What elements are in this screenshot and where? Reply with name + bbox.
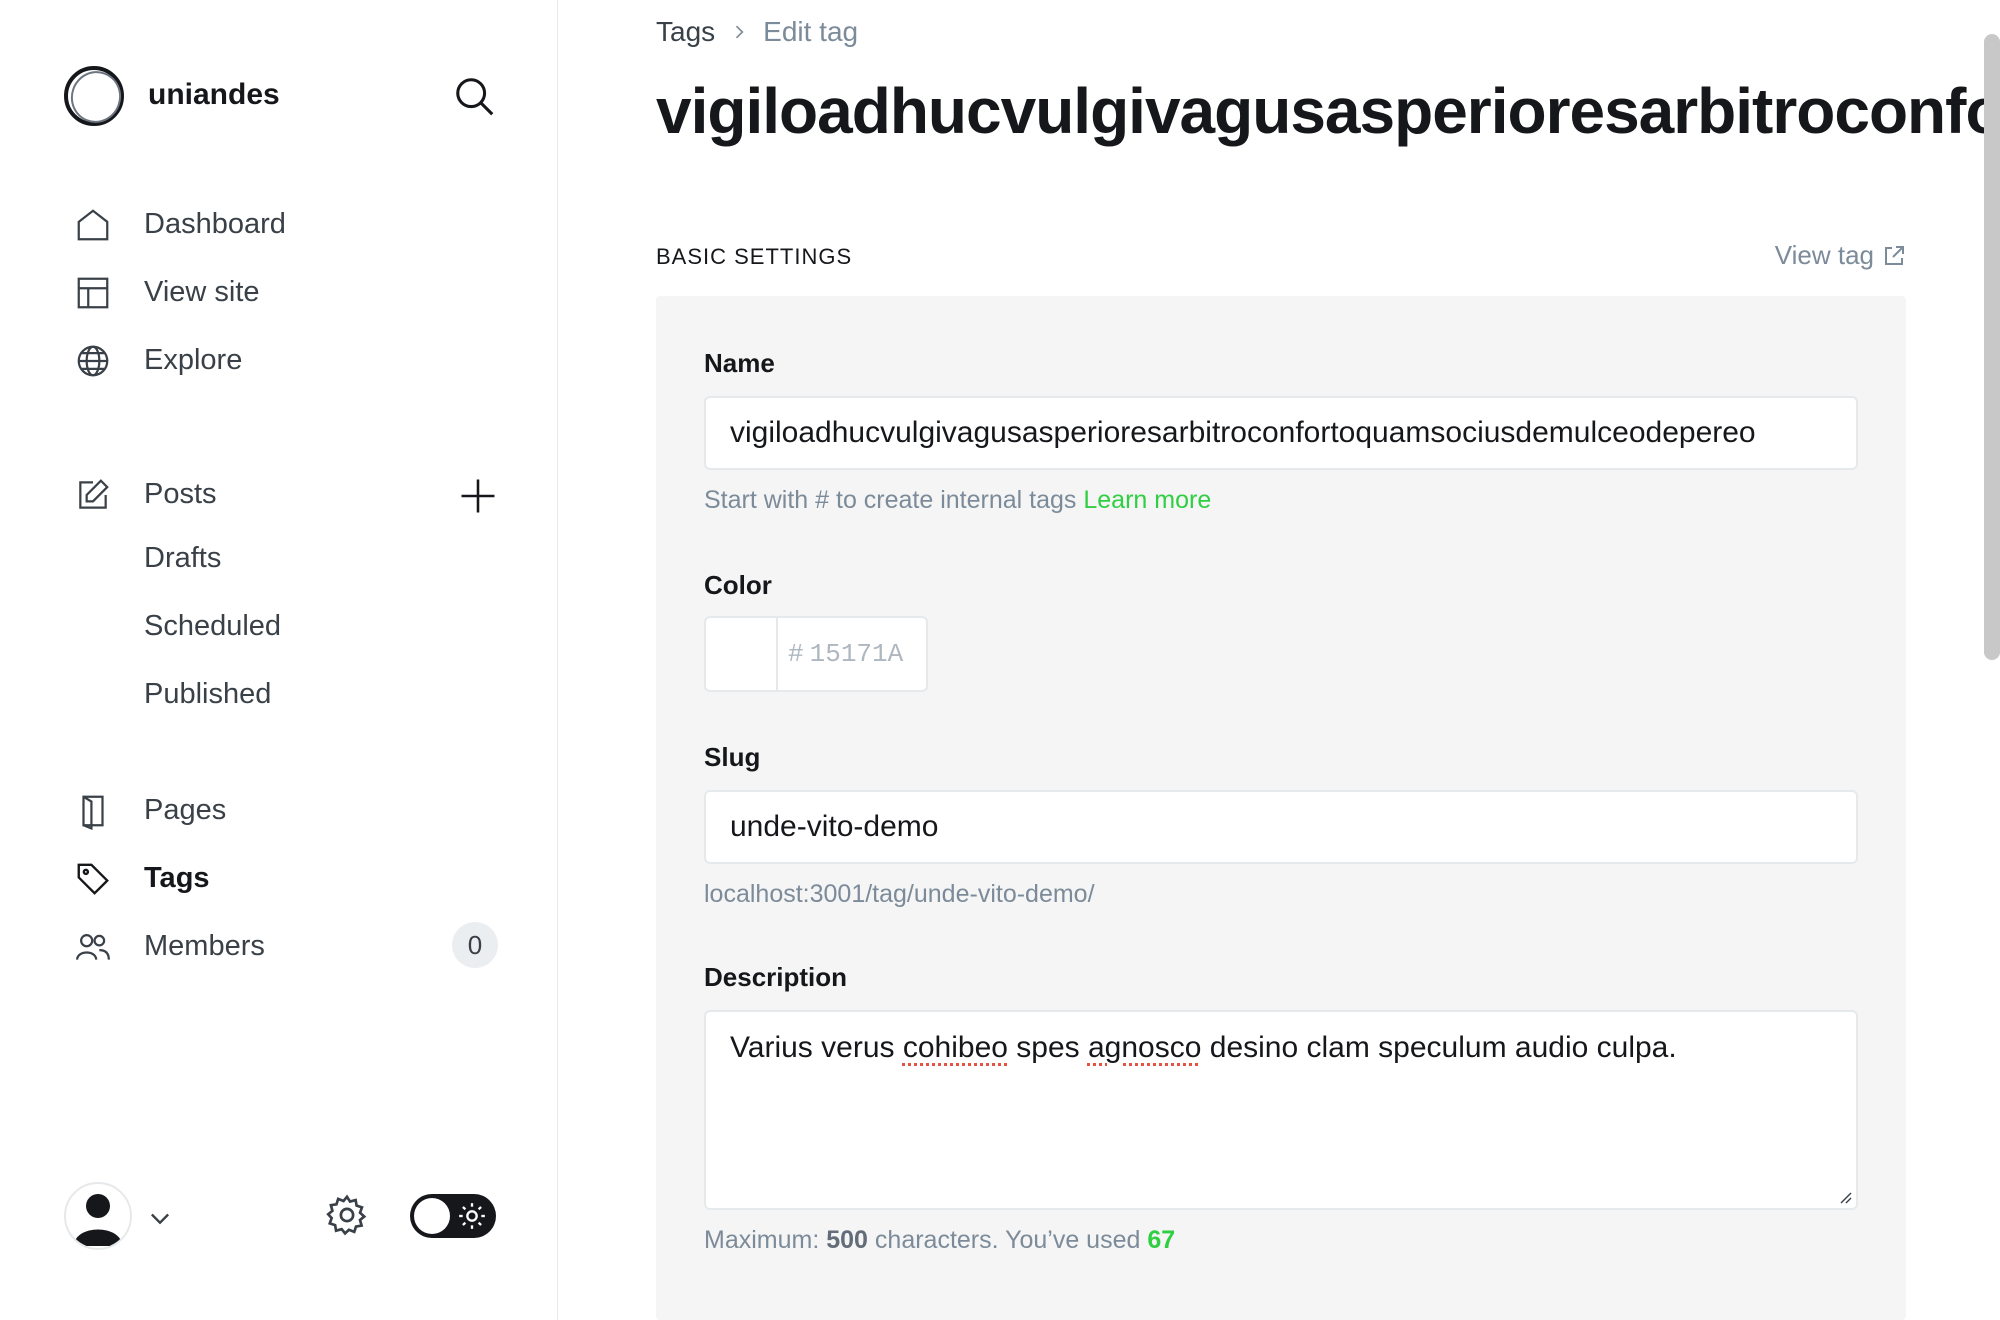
slug-url: localhost:3001/tag/unde-vito-demo/	[704, 880, 1095, 908]
section-heading: BASIC SETTINGS	[656, 244, 853, 269]
basic-settings-panel: Name vigiloadhucvulgivagusasperioresarbi…	[656, 296, 1906, 1320]
color-swatch[interactable]	[704, 616, 778, 692]
learn-more-link[interactable]: Learn more	[1083, 486, 1211, 514]
theme-toggle[interactable]	[410, 1194, 496, 1238]
nav-pages-label: Pages	[144, 794, 227, 826]
nav-posts-label: Posts	[144, 478, 217, 510]
slug-input[interactable]: unde-vito-demo	[704, 790, 1858, 864]
nav-tags[interactable]: Tags	[74, 850, 504, 906]
scrollbar[interactable]	[1984, 34, 2000, 660]
name-input[interactable]: vigiloadhucvulgivagusasperioresarbitroco…	[704, 396, 1858, 470]
page-icon	[82, 795, 104, 830]
site-name[interactable]: uniandes	[148, 78, 280, 112]
site-logo[interactable]	[64, 66, 124, 126]
misspelled-word: agnosco	[1087, 1031, 1202, 1064]
slug-label: Slug	[704, 742, 761, 772]
misspelled-word: cohibeo	[902, 1031, 1008, 1064]
color-label: Color	[704, 570, 772, 600]
user-icon	[74, 1194, 122, 1246]
nav-view-site-label: View site	[144, 276, 260, 308]
resize-grip-icon[interactable]	[1836, 1188, 1852, 1204]
nav-explore[interactable]: Explore	[74, 332, 504, 388]
description-text-3: desino clam speculum audio culpa.	[1201, 1031, 1677, 1064]
brand: uniandes	[64, 64, 504, 128]
description-label: Description	[704, 962, 848, 992]
description-textarea[interactable]: Varius verus cohibeo spes agnosco desino…	[704, 1010, 1858, 1210]
max-prefix: Maximum:	[704, 1226, 820, 1254]
external-link-icon	[1885, 245, 1904, 265]
toggle-knob	[414, 1198, 450, 1234]
members-icon	[76, 934, 110, 960]
globe-icon	[77, 345, 109, 377]
used-count: 67	[1147, 1226, 1176, 1254]
color-hex-placeholder: 15171A	[809, 639, 904, 669]
page-title: vigiloadhucvulgivagusasperioresarbitroco…	[656, 75, 2000, 147]
description-text-2: spes	[1007, 1031, 1088, 1064]
nav-pages[interactable]: Pages	[74, 782, 504, 838]
name-hint: Start with # to create internal tags Lea…	[704, 486, 1211, 515]
layout-icon	[77, 277, 109, 309]
sun-icon	[459, 1203, 485, 1229]
view-tag-link[interactable]: View tag	[1775, 240, 1906, 271]
description-text-1: Varius verus	[730, 1031, 903, 1064]
chevron-right-icon	[736, 25, 744, 39]
max-mid: characters. You’ve used	[874, 1226, 1141, 1254]
nav-published[interactable]: Published	[144, 672, 444, 722]
color-hex-input[interactable]: # 15171A	[778, 616, 928, 692]
edit-icon	[79, 479, 109, 509]
nav-drafts[interactable]: Drafts	[144, 536, 444, 586]
home-icon	[77, 209, 109, 241]
nav-scheduled[interactable]: Scheduled	[144, 604, 444, 654]
breadcrumb-tags-link[interactable]: Tags	[656, 16, 715, 48]
nav-members-label: Members	[144, 930, 265, 962]
nav-explore-label: Explore	[144, 344, 243, 376]
nav-dashboard[interactable]: Dashboard	[74, 196, 504, 252]
description-counter: Maximum: 500 characters. You’ve used 67	[704, 1226, 1175, 1255]
color-picker: # 15171A	[704, 616, 928, 692]
nav-view-site[interactable]: View site	[74, 264, 504, 320]
nav-dashboard-label: Dashboard	[144, 208, 286, 240]
avatar[interactable]	[64, 1182, 132, 1250]
nav-tags-label: Tags	[144, 862, 210, 894]
breadcrumb-current: Edit tag	[763, 16, 859, 47]
chevron-down-icon[interactable]	[146, 1204, 174, 1232]
breadcrumb: Tags Edit tag	[656, 16, 858, 48]
name-label: Name	[704, 348, 775, 378]
tag-icon	[77, 863, 109, 895]
view-tag-label: View tag	[1774, 240, 1874, 270]
search-icon[interactable]	[452, 74, 498, 120]
new-post-button[interactable]	[456, 474, 500, 518]
name-hint-text: Start with # to create internal tags	[704, 486, 1077, 514]
sidebar: uniandes Dashboard View site Explore Pos…	[0, 0, 558, 1320]
nav-members[interactable]: Members	[74, 918, 504, 974]
members-count-badge: 0	[452, 922, 498, 968]
color-hash: #	[788, 639, 804, 669]
gear-icon[interactable]	[324, 1192, 370, 1238]
max-value: 500	[826, 1226, 868, 1254]
nav-posts[interactable]: Posts	[74, 466, 504, 522]
